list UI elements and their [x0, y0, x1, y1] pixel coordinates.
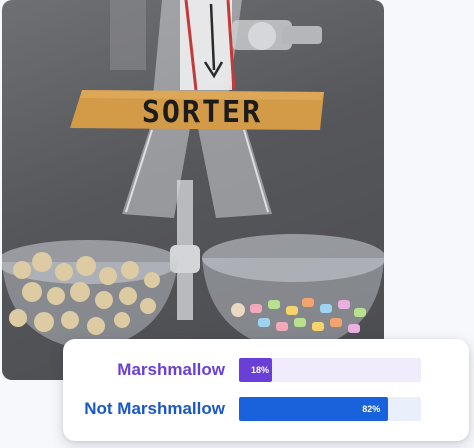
sorter-label-text: SORTER — [142, 95, 262, 130]
result-label: Not Marshmallow — [84, 399, 225, 418]
result-row-not-marshmallow: Not Marshmallow 82% — [63, 394, 469, 424]
result-bar-fill: 18% — [239, 358, 272, 382]
result-row-marshmallow: Marshmallow 18% — [63, 355, 469, 385]
result-label: Marshmallow — [117, 360, 225, 379]
result-bar-fill: 82% — [239, 397, 389, 421]
result-percent: 18% — [251, 365, 270, 375]
classification-results-card: Marshmallow 18% Not Marshmallow 82% — [63, 339, 469, 441]
result-bar-track: 18% — [239, 358, 421, 382]
result-bar-track: 82% — [239, 397, 421, 421]
result-percent: 82% — [362, 404, 381, 414]
sorter-photo: SORTER — [2, 0, 384, 380]
